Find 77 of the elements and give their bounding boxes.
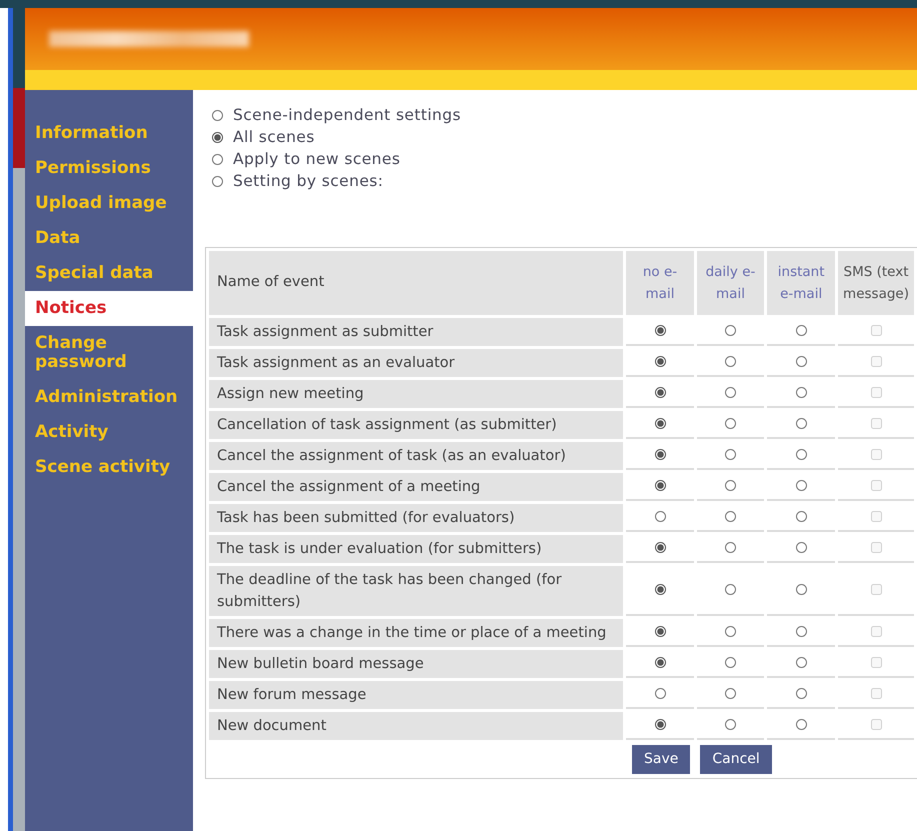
table-cell: Cancellation of task assignment (as submitter) (209, 411, 624, 439)
table-cell: Task assignment as submitter (209, 318, 624, 346)
option-label: Scene-independent settings (233, 105, 461, 126)
radio-button[interactable] (796, 324, 807, 336)
radio-button[interactable] (725, 418, 736, 429)
radio-button[interactable] (796, 448, 807, 460)
radio-button[interactable] (654, 510, 666, 522)
column-header: no e-mail (626, 251, 694, 315)
radio-button[interactable] (212, 110, 223, 120)
radio-button[interactable] (725, 356, 736, 367)
radio-button[interactable] (796, 718, 807, 730)
table-cell: New bulletin board message (209, 650, 624, 678)
radio-button[interactable] (725, 656, 736, 668)
sidebar-item[interactable]: Upload image (25, 186, 193, 221)
radio-button[interactable] (654, 480, 666, 491)
sidebar-item[interactable]: Change password (25, 326, 193, 380)
table-cell: Assign new meeting (209, 380, 624, 408)
radio-button[interactable] (654, 448, 666, 460)
radio-button[interactable] (654, 356, 666, 367)
radio-button[interactable] (796, 356, 807, 367)
radio-button[interactable] (725, 448, 736, 460)
radio-button[interactable] (654, 418, 666, 429)
table-cell: New document (209, 712, 624, 740)
table-cell: Cancel the assignment of task (as an evaluator) (209, 442, 624, 470)
radio-button[interactable] (725, 324, 736, 336)
sidebar-item[interactable]: Activity (25, 415, 193, 450)
column-header: SMS (text message) (838, 251, 914, 315)
radio-button[interactable] (212, 154, 223, 164)
column-header: daily e-mail (696, 251, 764, 315)
column-header: instant e-mail (767, 251, 836, 315)
table-cell: Cancel the assignment of a meeting (209, 473, 624, 501)
radio-button[interactable] (212, 132, 223, 142)
radio-button[interactable] (796, 510, 807, 522)
radio-button[interactable] (654, 688, 666, 699)
radio-button[interactable] (725, 688, 736, 699)
radio-button[interactable] (654, 656, 666, 668)
radio-button[interactable] (212, 176, 223, 186)
sidebar-item[interactable]: Administration (25, 380, 193, 415)
radio-button[interactable] (654, 584, 666, 595)
radio-button[interactable] (654, 542, 666, 553)
table-cell: Task assignment as an evaluator (209, 349, 624, 377)
sidebar-item[interactable]: Notices (25, 291, 193, 326)
table-cell: The task is under evaluation (for submitters) (209, 535, 624, 563)
radio-button[interactable] (725, 386, 736, 398)
sidebar-item[interactable]: Data (25, 221, 193, 256)
option-label: Setting by scenes: (233, 171, 384, 192)
radio-button[interactable] (654, 324, 666, 336)
radio-button[interactable] (796, 480, 807, 491)
radio-button[interactable] (725, 626, 736, 637)
sidebar-item[interactable]: Information (25, 116, 193, 151)
radio-button[interactable] (796, 626, 807, 637)
radio-button[interactable] (796, 418, 807, 429)
cancel-button[interactable]: Cancel (700, 745, 772, 774)
option-label: Apply to new scenes (233, 149, 400, 170)
radio-button[interactable] (796, 584, 807, 595)
radio-button[interactable] (796, 688, 807, 699)
radio-button[interactable] (796, 386, 807, 398)
table-cell: There was a change in the time or place of a meeting (209, 619, 624, 647)
sidebar-item[interactable]: Permissions (25, 151, 193, 186)
sidebar-item[interactable]: Scene activity (25, 450, 193, 485)
radio-button[interactable] (654, 718, 666, 730)
radio-button[interactable] (796, 542, 807, 553)
radio-button[interactable] (725, 542, 736, 553)
option-label: All scenes (233, 127, 315, 148)
radio-button[interactable] (725, 584, 736, 595)
radio-button[interactable] (654, 386, 666, 398)
sidebar-item[interactable]: Special data (25, 256, 193, 291)
radio-button[interactable] (725, 510, 736, 522)
radio-button[interactable] (654, 626, 666, 637)
radio-button[interactable] (725, 480, 736, 491)
table-cell: The deadline of the task has been changed (for submitters) (209, 566, 624, 616)
save-button[interactable]: Save (632, 745, 690, 774)
table-cell: New forum message (209, 681, 624, 709)
table-cell: Task has been submitted (for evaluators) (209, 504, 624, 532)
radio-button[interactable] (725, 718, 736, 730)
radio-button[interactable] (796, 656, 807, 668)
column-header: Name of event (209, 251, 624, 315)
